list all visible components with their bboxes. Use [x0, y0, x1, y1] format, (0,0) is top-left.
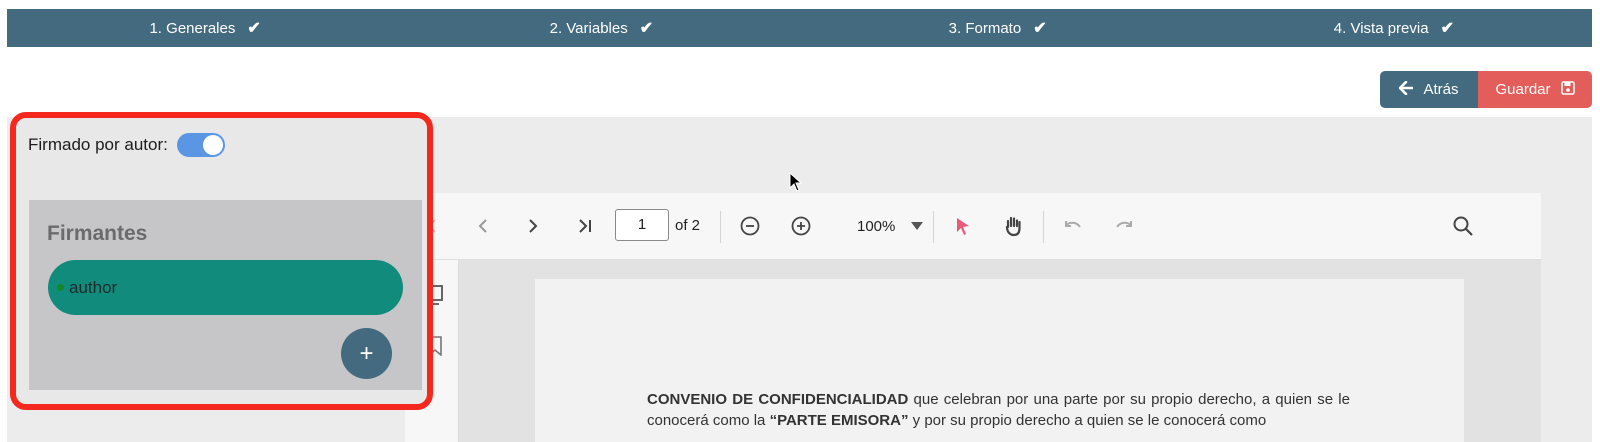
signed-by-author-row: Firmado por autor: [28, 133, 225, 157]
step-formato[interactable]: 3. Formato ✔ [800, 9, 1196, 47]
action-buttons: Atrás Guardar [1380, 71, 1592, 108]
zoom-out-icon[interactable] [738, 213, 762, 239]
signer-item[interactable]: author [48, 260, 403, 315]
floppy-disk-icon [1560, 80, 1575, 99]
select-pointer-icon[interactable] [951, 213, 975, 239]
check-icon: ✔ [639, 20, 654, 37]
toolbar-divider [1043, 211, 1044, 243]
signed-by-author-label: Firmado por autor: [28, 135, 168, 154]
page-count-label: of 2 [675, 217, 701, 234]
undo-icon[interactable] [1061, 213, 1085, 239]
step-label: 2. Variables [549, 19, 628, 37]
back-label: Atrás [1423, 81, 1459, 98]
step-label: 1. Generales [149, 19, 236, 37]
document-body-text: CONVENIO DE CONFIDENCIALIDAD que celebra… [647, 389, 1350, 431]
save-label: Guardar [1495, 81, 1551, 98]
status-dot-icon [57, 284, 64, 291]
redo-icon[interactable] [1112, 213, 1136, 239]
signers-box: Firmantes author + [29, 200, 422, 390]
step-generales[interactable]: 1. Generales ✔ [7, 9, 403, 47]
pdf-toolbar: 1 of 2 100% [405, 193, 1541, 260]
add-signer-button[interactable]: + [341, 328, 392, 379]
back-button[interactable]: Atrás [1380, 71, 1478, 108]
doc-text: y por su propio derecho a quien se le co… [908, 412, 1267, 429]
doc-bold-text: CONVENIO DE CONFIDENCIALIDAD [647, 391, 909, 408]
check-icon: ✔ [247, 20, 261, 37]
toggle-knob [202, 135, 223, 155]
wizard-stepper: 1. Generales ✔ 2. Variables ✔ 3. Formato… [7, 9, 1592, 47]
doc-bold-text: “PARTE EMISORA” [769, 412, 909, 429]
arrow-left-icon [1399, 80, 1414, 99]
chevron-down-icon[interactable] [907, 213, 927, 239]
search-icon[interactable] [1451, 213, 1475, 239]
step-label: 3. Formato [948, 19, 1022, 37]
signers-panel: Firmado por autor: Firmantes author + [10, 112, 433, 410]
toolbar-divider [720, 211, 721, 243]
previous-page-icon[interactable] [471, 213, 495, 239]
signed-by-author-toggle[interactable] [176, 133, 225, 157]
step-variables[interactable]: 2. Variables ✔ [403, 9, 799, 47]
check-icon: ✔ [1440, 20, 1454, 37]
step-vista-previa[interactable]: 4. Vista previa ✔ [1196, 9, 1592, 47]
zoom-level-select[interactable]: 100% [857, 218, 895, 235]
pan-hand-icon[interactable] [1001, 213, 1025, 239]
document-page: CONVENIO DE CONFIDENCIALIDAD que celebra… [535, 279, 1464, 442]
signer-name: author [69, 277, 118, 297]
toolbar-divider [933, 211, 934, 243]
next-page-icon[interactable] [521, 213, 545, 239]
zoom-in-icon[interactable] [789, 213, 813, 239]
last-page-icon[interactable] [572, 213, 596, 239]
save-button[interactable]: Guardar [1478, 71, 1592, 108]
pdf-viewer: 1 of 2 100% CONVENIO DE CONFIDENCIALIDAD… [405, 193, 1541, 442]
step-label: 4. Vista previa [1333, 19, 1429, 37]
mouse-cursor-icon [789, 171, 803, 197]
signers-title: Firmantes [47, 222, 148, 245]
page-number-input[interactable]: 1 [615, 209, 669, 241]
check-icon: ✔ [1033, 20, 1047, 37]
